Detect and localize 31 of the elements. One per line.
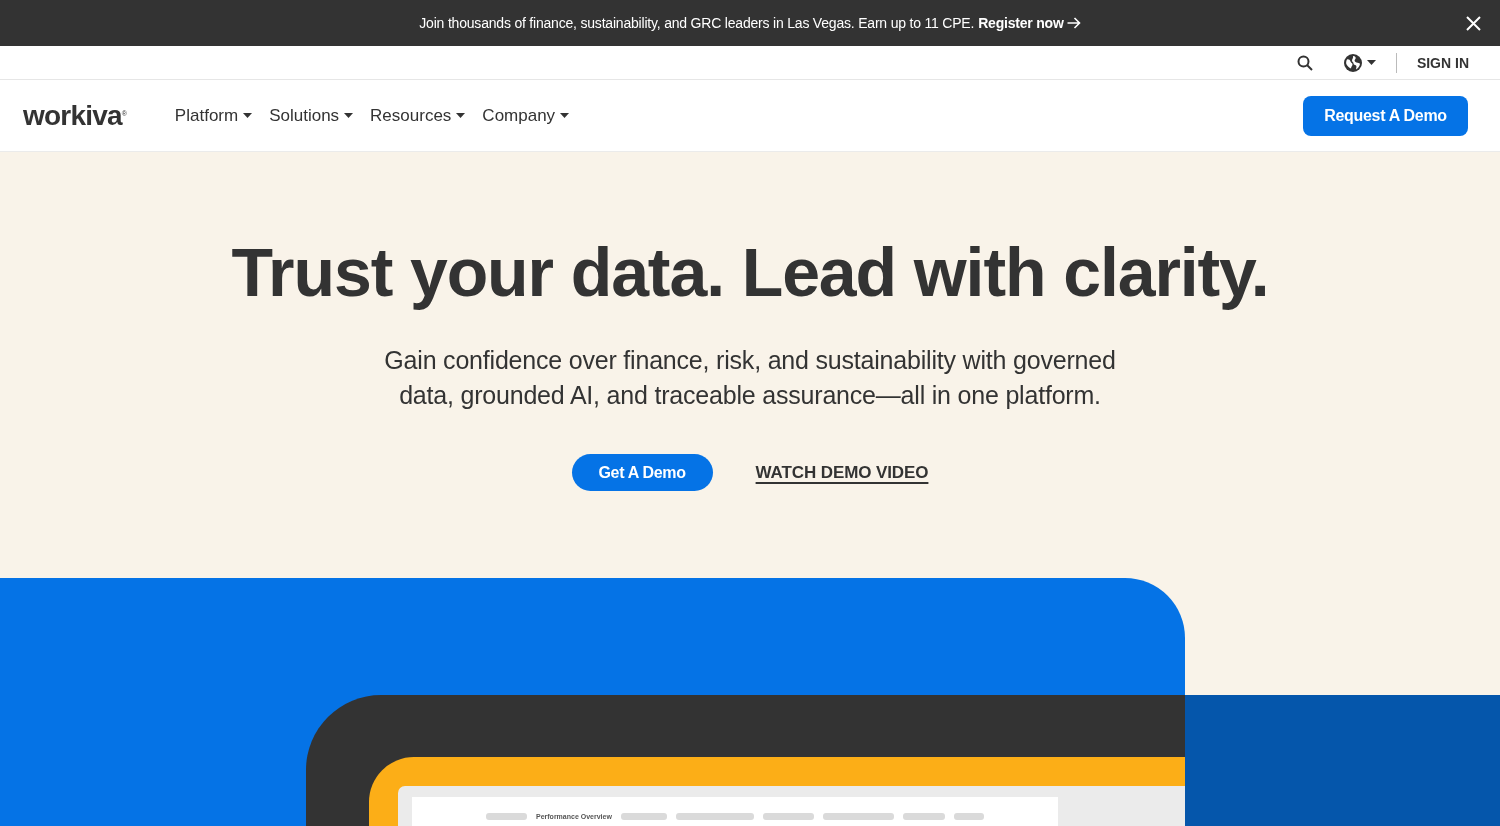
- caret-icon: [344, 113, 354, 118]
- hero-heading: Trust your data. Lead with clarity.: [231, 233, 1269, 311]
- watch-video-link[interactable]: WATCH DEMO VIDEO: [755, 462, 929, 483]
- language-button[interactable]: [1343, 53, 1376, 72]
- hero-subtitle: Gain confidence over finance, risk, and sustainability with governed data, grounded AI, and traceable assurance—all in one platform.: [383, 345, 1117, 411]
- close-button[interactable]: [1465, 15, 1481, 31]
- skeleton-line: [762, 813, 814, 820]
- nav-menu-item[interactable]: Resources: [370, 105, 466, 126]
- caret-icon: [560, 113, 570, 118]
- logo[interactable]: workiva$^{®}$: [23, 101, 127, 130]
- close-icon: [1465, 15, 1481, 31]
- skeleton-line: [486, 813, 527, 820]
- search-button[interactable]: [1296, 54, 1313, 71]
- announcement-text: Join thousands of finance, sustainability, and GRC leaders in Las Vegas. Earn up to 11 CPE.: [419, 15, 975, 31]
- caret-icon: [243, 113, 253, 118]
- search-icon: [1296, 54, 1313, 71]
- globe-icon: [1343, 53, 1362, 72]
- nav-menu-item[interactable]: Solutions: [269, 105, 354, 126]
- caret-icon: [1366, 60, 1376, 65]
- nav-menu-item[interactable]: Company: [482, 105, 570, 126]
- request-demo-button[interactable]: Request A Demo: [1303, 95, 1468, 136]
- skeleton-line: [822, 813, 894, 820]
- skeleton-line: [902, 813, 945, 820]
- register-link[interactable]: Register now: [978, 15, 1081, 31]
- caret-icon: [456, 113, 466, 118]
- get-demo-button[interactable]: Get A Demo: [571, 454, 713, 491]
- skeleton-line: [620, 813, 667, 820]
- sign-in-link[interactable]: SIGN IN: [1416, 54, 1469, 71]
- skeleton-line: [953, 813, 984, 820]
- nav-menu-item[interactable]: Platform: [174, 105, 253, 126]
- arrow-right-icon: [1066, 17, 1081, 29]
